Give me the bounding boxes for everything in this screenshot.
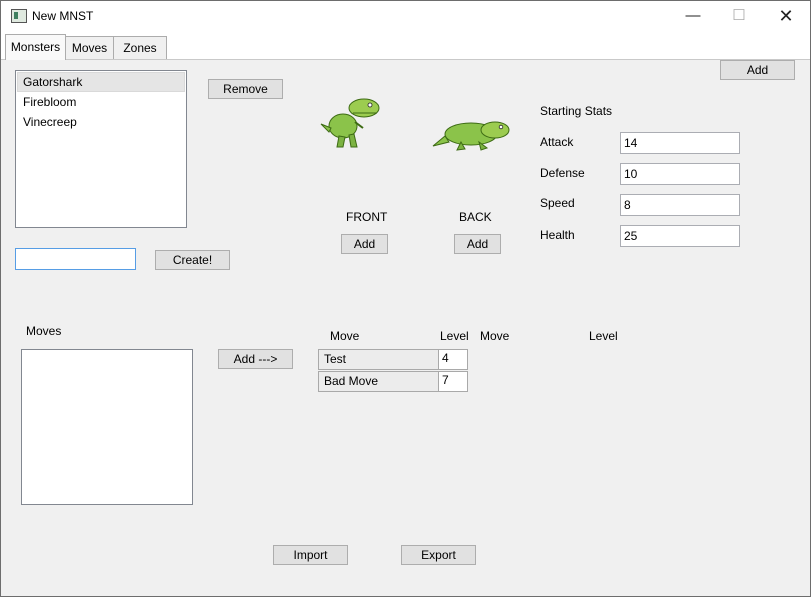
learned-move-level[interactable]: 4 [438, 349, 468, 370]
moves-list[interactable] [21, 349, 193, 505]
window-title: New MNST [32, 9, 94, 23]
column-header-level: Level [589, 329, 618, 343]
app-window: New MNST — ☐ ✕ Monsters Moves Zones Gato… [0, 0, 811, 597]
speed-label: Speed [540, 196, 575, 210]
defense-label: Defense [540, 166, 585, 180]
maximize-button[interactable]: ☐ [716, 1, 762, 32]
close-button[interactable]: ✕ [763, 1, 809, 32]
tab-strip: Monsters Moves Zones [1, 32, 810, 60]
minimize-button[interactable]: — [670, 1, 716, 32]
add-move-button[interactable]: Add ---> [218, 349, 293, 369]
tab-zones[interactable]: Zones [113, 36, 167, 59]
monster-name-input[interactable] [15, 248, 136, 270]
tab-monsters[interactable]: Monsters [5, 34, 66, 60]
monster-list[interactable]: Gatorshark Firebloom Vinecreep [15, 70, 187, 228]
app-icon [11, 9, 27, 23]
back-sprite-image [432, 121, 510, 151]
learned-move-name[interactable]: Bad Move [318, 371, 439, 392]
export-button[interactable]: Export [401, 545, 476, 565]
speed-input[interactable] [620, 194, 740, 216]
front-add-button[interactable]: Add [341, 234, 388, 254]
back-add-button[interactable]: Add [454, 234, 501, 254]
tab-moves[interactable]: Moves [65, 36, 114, 59]
import-button[interactable]: Import [273, 545, 348, 565]
column-header-move: Move [330, 329, 360, 343]
monster-list-item[interactable]: Gatorshark [17, 72, 185, 92]
front-label: FRONT [346, 210, 388, 224]
monster-list-item[interactable]: Firebloom [17, 93, 185, 112]
defense-input[interactable] [620, 163, 740, 185]
attack-input[interactable] [620, 132, 740, 154]
monsters-panel: Gatorshark Firebloom Vinecreep Remove Ad… [1, 60, 810, 596]
add-monster-button[interactable]: Add [720, 60, 795, 80]
front-sprite-image [320, 98, 380, 148]
monster-list-item[interactable]: Vinecreep [17, 113, 185, 132]
starting-stats-heading: Starting Stats [540, 104, 613, 118]
back-label: BACK [459, 210, 492, 224]
learned-move-level[interactable]: 7 [438, 371, 468, 392]
column-header-move: Move [480, 329, 510, 343]
learned-move-name[interactable]: Test [318, 349, 439, 370]
moves-label: Moves [26, 324, 62, 338]
remove-button[interactable]: Remove [208, 79, 283, 99]
health-input[interactable] [620, 225, 740, 247]
column-header-level: Level [440, 329, 469, 343]
health-label: Health [540, 228, 575, 242]
attack-label: Attack [540, 135, 574, 149]
create-button[interactable]: Create! [155, 250, 230, 270]
title-bar: New MNST — ☐ ✕ [1, 1, 810, 32]
